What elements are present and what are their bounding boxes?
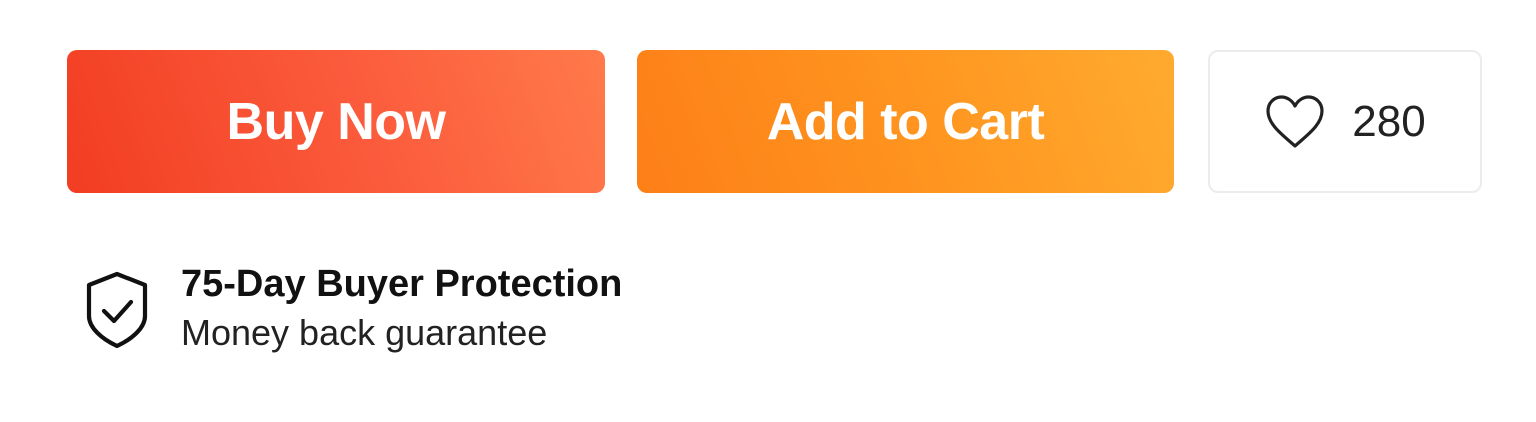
add-to-cart-label: Add to Cart xyxy=(766,92,1045,151)
buy-now-button[interactable]: Buy Now xyxy=(67,50,605,193)
heart-icon xyxy=(1266,94,1324,148)
wishlist-button[interactable]: 280 xyxy=(1208,50,1482,193)
buyer-protection: 75-Day Buyer Protection Money back guara… xyxy=(84,262,622,358)
buy-now-label: Buy Now xyxy=(226,92,446,151)
add-to-cart-button[interactable]: Add to Cart xyxy=(637,50,1174,193)
buyer-protection-title: 75-Day Buyer Protection xyxy=(181,263,623,305)
product-action-panel: Buy Now Add to Cart 280 75-Day Buyer Pro… xyxy=(0,0,1536,422)
wishlist-count: 280 xyxy=(1352,96,1426,146)
buyer-protection-text: 75-Day Buyer Protection Money back guara… xyxy=(181,262,622,358)
shield-check-icon xyxy=(86,271,148,349)
buyer-protection-subtitle: Money back guarantee xyxy=(181,312,548,353)
action-buttons: Buy Now Add to Cart xyxy=(67,50,1174,193)
